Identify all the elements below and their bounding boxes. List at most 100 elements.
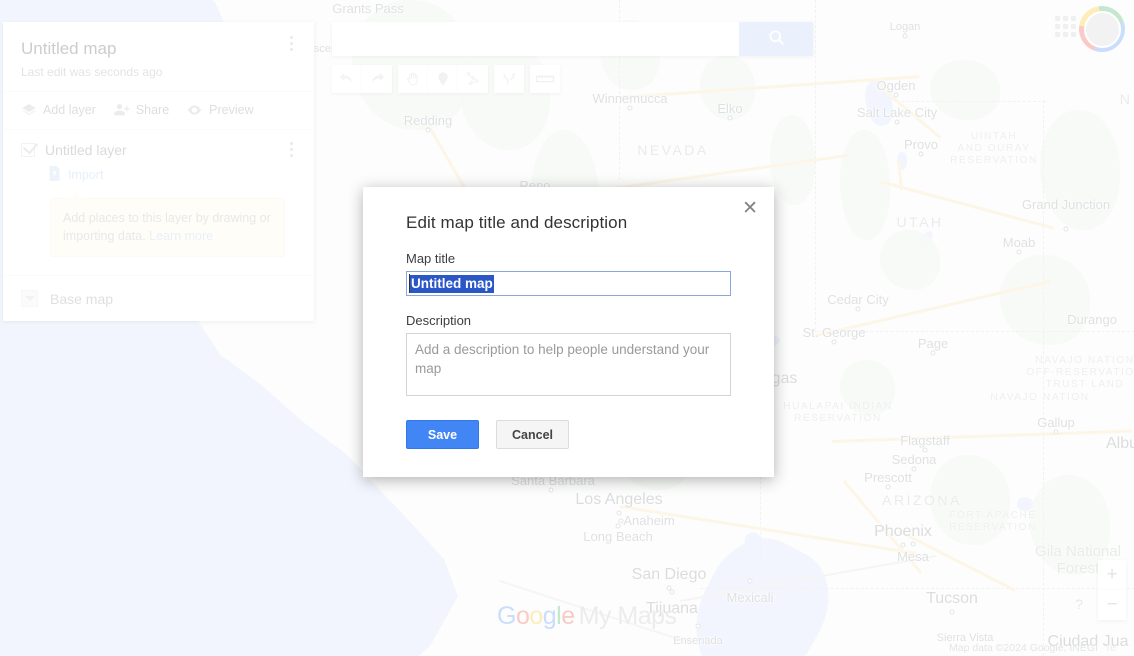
map-city-dot	[894, 119, 900, 125]
help-button[interactable]: ?	[1069, 594, 1089, 614]
map-city-dot	[885, 484, 891, 490]
map-city-dot	[930, 350, 936, 356]
map-region-label: NEVADA	[637, 142, 709, 158]
state-border-nv-ut	[815, 0, 816, 330]
map-search-bar	[332, 22, 813, 56]
import-button[interactable]: Import	[48, 166, 296, 184]
map-city-dot	[1063, 226, 1069, 232]
description-input[interactable]	[406, 333, 731, 396]
zoom-out-button[interactable]: −	[1098, 590, 1126, 620]
layer-block: Untitled layer Import Add places to this…	[3, 130, 314, 275]
map-city-dot	[911, 466, 917, 472]
preview-button[interactable]: Preview	[186, 102, 254, 118]
layer-name-label[interactable]: Untitled layer	[45, 142, 127, 158]
map-title-field-label: Map title	[406, 251, 456, 266]
apps-grid-icon[interactable]	[1053, 14, 1077, 38]
forest-patch	[880, 230, 940, 290]
map-city-dot	[918, 151, 924, 157]
map-city-dot	[425, 127, 431, 133]
map-city-dot	[831, 339, 837, 345]
map-city-label: Tucson	[926, 590, 978, 607]
map-city-label: Prescott	[864, 470, 912, 485]
map-city-dot	[902, 33, 908, 39]
map-region-label: N	[1119, 91, 1133, 107]
map-city-label: Moab	[1002, 235, 1036, 250]
zoom-controls: + −	[1098, 560, 1126, 620]
preview-label: Preview	[209, 103, 254, 117]
panel-header: Untitled map Last edit was seconds ago	[3, 22, 314, 91]
learn-more-link[interactable]: Learn more	[149, 229, 213, 243]
page-title[interactable]: Untitled map	[21, 38, 296, 60]
map-title-input[interactable]	[406, 271, 731, 296]
map-city-label: Phoenix	[874, 523, 932, 540]
last-edit-status: Last edit was seconds ago	[21, 65, 163, 79]
cancel-button[interactable]: Cancel	[496, 420, 569, 449]
logo-letter-g: G	[497, 602, 516, 630]
panel-action-bar: Add layer Share Preview	[3, 91, 314, 130]
map-city-label: Grants Pass	[332, 1, 404, 16]
dialog-title: Edit map title and description	[406, 213, 628, 232]
mymaps-application: Grants Pass Redding Reno Winnemucca Elko Ogde…	[0, 0, 1134, 656]
search-button[interactable]	[739, 22, 813, 56]
directions-fork-icon	[501, 71, 517, 87]
edit-map-title-dialog: ✕ Edit map title and description Map tit…	[363, 187, 774, 477]
map-city-label: Flagstaff	[900, 433, 950, 448]
eye-icon	[186, 102, 203, 118]
add-layer-label: Add layer	[43, 103, 96, 117]
logo-letter-o1: o	[515, 602, 530, 630]
add-directions-button[interactable]	[494, 65, 524, 93]
terms-link[interactable]: Te	[1105, 642, 1116, 654]
map-region-label: UTAH	[896, 214, 944, 230]
add-marker-button[interactable]	[428, 65, 458, 93]
draw-line-button[interactable]	[458, 65, 488, 93]
map-drawing-toolbar	[332, 65, 560, 93]
map-pin-icon	[435, 71, 451, 87]
map-city-label: Elko	[717, 101, 743, 116]
avatar[interactable]	[1079, 6, 1125, 52]
redo-button[interactable]	[362, 65, 392, 93]
map-city-label: Provo	[904, 137, 938, 152]
select-hand-button[interactable]	[398, 65, 428, 93]
logo-suffix: My Maps	[578, 602, 677, 630]
map-city-dot	[618, 518, 624, 524]
map-city-dot	[627, 105, 633, 111]
highway	[832, 429, 1132, 443]
base-map-section[interactable]: Base map	[3, 275, 314, 321]
map-options-kebab-icon[interactable]	[282, 36, 300, 51]
description-field-label: Description	[406, 313, 472, 328]
undo-button[interactable]	[332, 65, 362, 93]
map-city-dot	[747, 578, 753, 584]
google-my-maps-logo: Google My Maps	[497, 602, 677, 631]
map-city-label: Sedona	[891, 452, 937, 467]
map-city-dot	[548, 487, 554, 493]
layer-row[interactable]: Untitled layer	[21, 142, 296, 158]
map-city-dot	[616, 510, 622, 516]
forest-patch	[840, 130, 890, 240]
map-region-label: ARIZONA	[882, 492, 962, 508]
forest-patch	[930, 60, 1000, 120]
draw-tool-group	[398, 65, 488, 93]
share-button[interactable]: Share	[113, 102, 169, 118]
map-city-label: Grand Junction	[1021, 197, 1111, 212]
map-city-label: Gallup	[1037, 415, 1075, 430]
map-city-dot	[893, 92, 899, 98]
layer-options-kebab-icon[interactable]	[282, 142, 300, 157]
layer-visibility-checkbox[interactable]	[21, 143, 35, 157]
hand-pan-icon	[405, 71, 421, 87]
measure-button[interactable]	[530, 65, 560, 93]
map-city-label: Ensenada	[673, 635, 723, 647]
close-x-icon[interactable]: ✕	[742, 199, 758, 218]
map-city-label: Durango	[1067, 312, 1117, 327]
map-editor-panel: Untitled map Last edit was seconds ago A…	[3, 22, 314, 321]
zoom-in-button[interactable]: +	[1098, 560, 1126, 590]
international-border-mx	[700, 588, 1134, 589]
add-layer-button[interactable]: Add layer	[21, 102, 96, 118]
map-city-dot	[727, 115, 733, 121]
map-city-label: Mesa	[897, 549, 929, 564]
search-input[interactable]	[332, 22, 739, 56]
save-button[interactable]: Save	[406, 420, 479, 449]
map-city-label: Albu	[1105, 435, 1134, 452]
map-area-label: NAVAJO NATION OFF-RESERVATION TRUST LAND	[1026, 355, 1134, 390]
map-city-label: Logan	[889, 21, 921, 33]
map-city-label: Anaheim	[623, 513, 675, 528]
